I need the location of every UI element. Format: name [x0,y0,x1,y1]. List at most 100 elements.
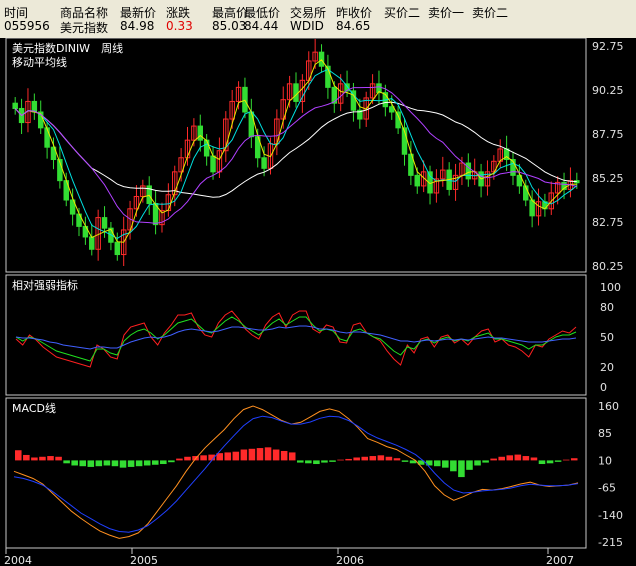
macd-bar-63 [522,456,530,461]
macd-line-orange [13,405,579,539]
price-tick-label-1: 90.25 [592,84,624,97]
macd-bar-36 [305,460,312,464]
macd-bar-37 [313,460,320,465]
quote-value-5: 84.44 [244,19,279,33]
macd-tick-label-5: -215 [598,536,623,549]
macd-bar-62 [514,454,522,461]
macd-bar-59 [490,458,497,461]
ma-line-0 [14,101,577,198]
macd-bar-14 [127,460,135,467]
macd-bar-38 [321,460,328,463]
x-tick-label-1: 2005 [130,554,158,566]
macd-bar-8 [79,460,87,467]
macd-bar-47 [393,458,401,461]
macd-panel-title: MACD线 [12,401,56,415]
price-panel-title: 美元指数DINIW 周线 [12,41,123,55]
macd-bar-1 [23,454,30,461]
candle-body-12 [89,236,95,250]
macd-bar-69 [570,458,578,461]
quote-value-2: 84.98 [120,19,155,33]
x-tick-label-3: 2007 [546,554,574,566]
rsi-line-green [15,316,577,362]
macd-bar-48 [401,460,409,462]
candle-body-5 [44,127,50,148]
panel-border-2 [5,397,587,549]
rsi-tick-label-2: 50 [600,331,614,344]
macd-bar-30 [256,448,264,461]
candle-body-0 [12,102,18,109]
macd-bar-4 [47,456,54,461]
price-tick-label-2: 87.75 [592,128,624,141]
quote-header-8: 买价二 [384,6,421,20]
macd-bar-32 [272,449,280,461]
macd-bar-0 [15,450,22,461]
x-tick-label-2: 2006 [336,554,364,566]
x-tick-label-0: 2004 [4,554,32,566]
macd-bar-66 [546,460,554,464]
rsi-line-blue [15,325,577,350]
macd-bar-45 [377,455,385,461]
macd-bar-42 [353,457,360,461]
candle-body-36 [242,86,248,113]
quote-value-4: 85.03 [212,19,247,33]
macd-bar-65 [538,460,546,465]
macd-bar-21 [184,456,191,461]
candle-body-37 [248,111,255,138]
macd-bar-9 [87,460,95,467]
macd-bar-12 [111,460,119,467]
rsi-panel-title: 相对强弱指标 [12,278,78,292]
macd-bar-31 [264,447,272,461]
macd-bar-19 [168,460,175,463]
macd-bar-13 [119,460,127,468]
macd-bar-53 [442,460,449,468]
macd-line-blue [13,415,579,533]
candle-body-3 [31,100,38,113]
quote-header-9: 卖价一 [428,6,465,20]
macd-bar-58 [482,460,489,463]
macd-bar-43 [361,456,369,461]
macd-bar-67 [554,460,562,462]
chart-area: 92.75 90.25 87.75 85.25 82.75 80.25 美元指数DINIW … [4,38,624,566]
macd-bar-56 [466,460,473,470]
macd-bar-52 [433,460,441,467]
quote-bar: 时间 055956 商品名称 美元指数 最新价 84.98 涨跌 0.33 最高价 85.03 最低… [0,0,636,38]
macd-bar-26 [224,452,232,461]
macd-bar-55 [458,460,465,478]
candle-body-14 [101,217,108,229]
macd-bar-33 [280,450,288,461]
rsi-tick-label-1: 80 [600,301,614,314]
macd-bar-68 [562,459,570,461]
quote-value-3: 0.33 [166,19,193,33]
candle-body-29 [197,125,204,141]
quote-header-10: 卖价二 [472,6,509,20]
macd-bar-29 [248,448,256,461]
macd-bar-18 [160,460,167,465]
macd-tick-label-2: 10 [598,454,612,467]
price-tick-label-3: 85.25 [592,172,624,185]
quote-value-7: 84.65 [336,19,371,33]
macd-bar-17 [151,460,159,465]
macd-bar-15 [135,460,143,467]
macd-bar-34 [288,452,296,461]
macd-bar-16 [143,460,151,466]
candle-body-39 [261,157,267,169]
macd-bar-64 [530,457,538,461]
macd-bar-11 [103,460,111,466]
rsi-tick-label-0: 100 [600,281,621,294]
macd-bar-2 [31,457,38,461]
macd-bar-35 [297,460,304,463]
macd-tick-label-4: -140 [598,509,623,522]
macd-bar-41 [345,458,352,461]
macd-bar-39 [329,460,336,462]
macd-bar-7 [71,460,78,466]
candle-body-31 [210,155,216,173]
macd-bar-44 [369,456,377,461]
macd-bar-5 [55,456,62,461]
rsi-tick-label-4: 0 [600,381,607,394]
macd-bar-27 [232,451,240,461]
price-tick-label-4: 82.75 [592,216,624,229]
candle-body-16 [114,241,121,256]
macd-bar-23 [200,455,207,461]
price-tick-label-5: 80.25 [592,260,624,273]
macd-tick-label-0: 160 [598,400,619,413]
